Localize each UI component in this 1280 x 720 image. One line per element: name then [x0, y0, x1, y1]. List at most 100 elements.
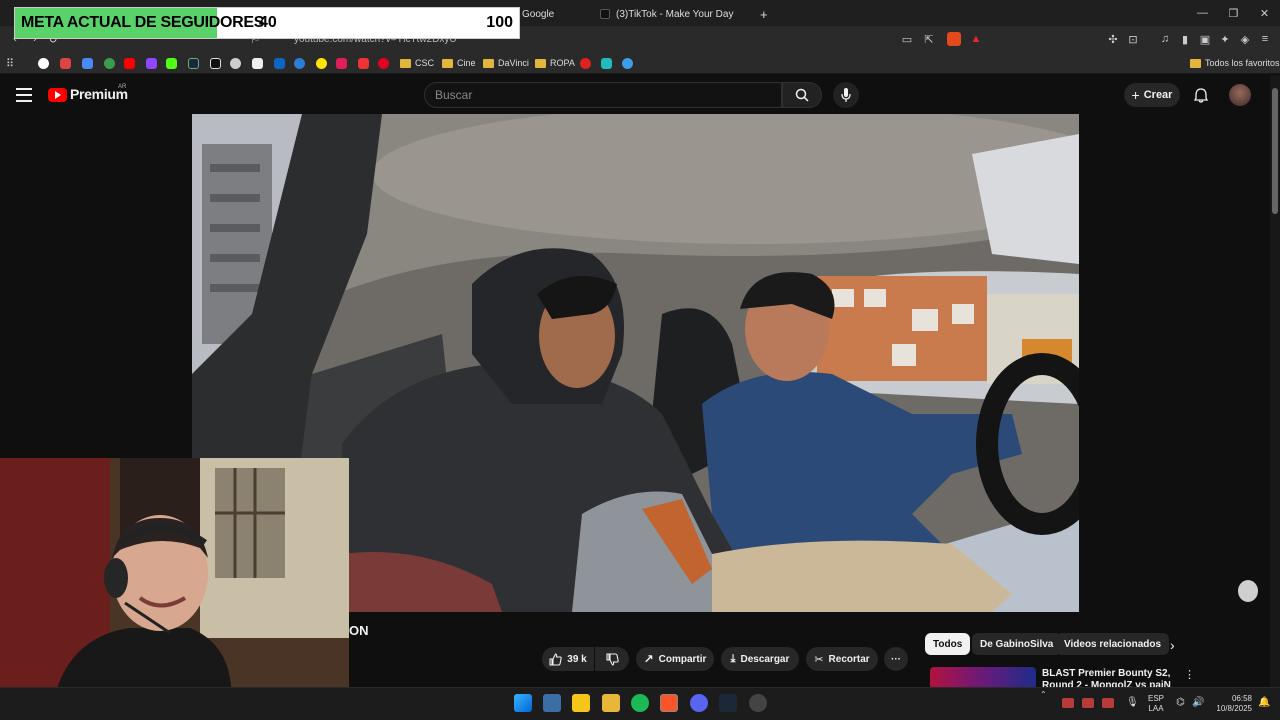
scissors-icon: ✂: [814, 653, 824, 666]
kick-bookmark-icon[interactable]: [166, 56, 177, 70]
tray-microphone-icon[interactable]: 🎙: [1126, 697, 1139, 708]
share-button[interactable]: ↗ Compartir: [636, 647, 714, 671]
chip-todos[interactable]: Todos: [925, 633, 971, 655]
dislike-button[interactable]: [595, 647, 629, 671]
video-title: ON: [349, 623, 369, 638]
steam-bookmark-icon[interactable]: [188, 56, 199, 70]
brave-shield-icon[interactable]: [947, 32, 961, 46]
bookmark-folder-ropa[interactable]: ROPA: [535, 56, 575, 70]
close-icon[interactable]: ✕: [1249, 0, 1280, 26]
chatgpt-bookmark-icon[interactable]: [230, 56, 241, 70]
related-video-title[interactable]: BLAST Premier Bounty S2, Round 2 - Mongo…: [1042, 668, 1172, 687]
youtube-bookmark-icon[interactable]: [124, 56, 135, 70]
obs-icon[interactable]: [749, 694, 767, 712]
follower-goal-current: 40: [259, 14, 277, 31]
chip-de-gabinosilva[interactable]: De GabinoSilva: [972, 633, 1062, 655]
chip-videos-relacionados[interactable]: Videos relacionados: [1056, 633, 1170, 655]
discord-icon[interactable]: [690, 694, 708, 712]
twitch-bookmark-icon[interactable]: [146, 56, 157, 70]
share-page-icon[interactable]: ⇱: [922, 32, 936, 46]
search-icon: [795, 88, 809, 102]
browser-menu-icon[interactable]: ≡: [1258, 32, 1272, 46]
search-button[interactable]: [782, 82, 822, 108]
wifi-icon[interactable]: ⌬: [1176, 697, 1185, 708]
windows-start-icon[interactable]: [514, 694, 532, 712]
spotify-icon[interactable]: [631, 694, 649, 712]
brave-browser-icon[interactable]: [660, 694, 678, 712]
hamburger-menu-icon[interactable]: [16, 88, 32, 102]
keyboard-language-indicator[interactable]: ESP LAA: [1148, 694, 1164, 714]
extensions-icon[interactable]: ✣: [1106, 32, 1120, 46]
channel-watermark-icon[interactable]: [1238, 580, 1258, 602]
media-icon[interactable]: ♫: [1158, 32, 1172, 46]
leo-icon[interactable]: ✦: [1218, 32, 1232, 46]
tiktok-icon: [600, 9, 610, 19]
chat-bookmark-icon[interactable]: [601, 56, 612, 70]
steam-icon[interactable]: [719, 694, 737, 712]
linkedin-bookmark-icon[interactable]: [274, 56, 285, 70]
wallet-icon[interactable]: ▣: [1198, 32, 1212, 46]
tab-tiktok[interactable]: (3)TikTok - Make Your Day: [600, 4, 733, 24]
country-code: AR: [118, 84, 127, 90]
pinterest-bookmark-icon[interactable]: [378, 56, 389, 70]
microphone-icon: [841, 88, 851, 102]
scrollbar-thumb[interactable]: [1272, 88, 1278, 214]
tray-app-icon[interactable]: [1062, 698, 1074, 708]
minimize-icon[interactable]: —: [1187, 0, 1218, 26]
vpn-icon[interactable]: ◈: [1238, 32, 1252, 46]
brave-rewards-icon[interactable]: ▲: [969, 32, 983, 46]
more-icon: ···: [891, 653, 901, 665]
follower-goal-target: 100: [486, 14, 513, 31]
download-button[interactable]: ⤓ Descargar: [721, 647, 799, 671]
docs-bookmark-icon[interactable]: [82, 56, 93, 70]
apps-icon[interactable]: ⠿: [6, 56, 14, 70]
related-video-thumbnail[interactable]: [930, 667, 1036, 689]
tray-app-icon[interactable]: [1102, 698, 1114, 708]
voice-search-button[interactable]: [833, 82, 859, 108]
sidebar-icon[interactable]: ▮: [1178, 32, 1192, 46]
slack-bookmark-icon[interactable]: [336, 56, 347, 70]
all-bookmarks-folder[interactable]: Todos los favoritos: [1190, 56, 1280, 70]
thumbs-down-icon: [605, 652, 619, 666]
tray-app-icon[interactable]: [1082, 698, 1094, 708]
bookmarks-bar: ⠿ CSC Cine DaVinci ROPA Todos los favori…: [0, 52, 1280, 74]
mercadopago-bookmark-icon[interactable]: [316, 56, 327, 70]
related-more-icon[interactable]: ⋮: [1184, 668, 1195, 681]
google-bookmark-icon[interactable]: [38, 56, 49, 70]
file-explorer-icon[interactable]: [602, 694, 620, 712]
sticky-notes-icon[interactable]: [572, 694, 590, 712]
chevron-right-icon[interactable]: ›: [1170, 637, 1175, 653]
bookmark-folder-csc[interactable]: CSC: [400, 56, 434, 70]
screenshot-icon[interactable]: ⊡: [1126, 32, 1140, 46]
bookmark-folder-cine[interactable]: Cine: [442, 56, 476, 70]
notifications-bell-icon[interactable]: [1192, 86, 1210, 104]
restore-icon[interactable]: ❐: [1218, 0, 1249, 26]
folder-icon: [1190, 58, 1201, 68]
clip-button[interactable]: ✂ Recortar: [806, 647, 878, 671]
amazon-bookmark-icon[interactable]: [252, 56, 263, 70]
clock[interactable]: 06:58 10/8/2025: [1212, 694, 1252, 714]
new-tab-button[interactable]: +: [760, 4, 768, 24]
volume-icon[interactable]: 🔊: [1192, 697, 1204, 708]
thumbs-up-icon: [549, 652, 562, 666]
search-input[interactable]: Buscar: [424, 82, 782, 108]
notification-center-icon[interactable]: 🔔: [1258, 697, 1270, 708]
bookmark-folder-davinci[interactable]: DaVinci: [483, 56, 529, 70]
c-bookmark-icon[interactable]: [580, 56, 591, 70]
user-avatar[interactable]: [1229, 84, 1251, 106]
gallery-icon[interactable]: [543, 694, 561, 712]
maps-bookmark-icon[interactable]: [104, 56, 115, 70]
bolt-bookmark-icon[interactable]: [358, 56, 369, 70]
tray-chevron-icon[interactable]: ⌃: [1040, 690, 1047, 699]
more-actions-button[interactable]: ···: [884, 647, 908, 671]
create-button[interactable]: + Crear: [1124, 83, 1180, 107]
tiktok-bookmark-icon[interactable]: [210, 56, 221, 70]
like-button[interactable]: 39 k: [542, 647, 594, 671]
webcam-frame: [0, 458, 349, 720]
tab-google[interactable]: Google: [522, 4, 554, 24]
cast-icon[interactable]: ▭: [900, 32, 914, 46]
gmail-bookmark-icon[interactable]: [60, 56, 71, 70]
youtube-logo-icon[interactable]: [48, 88, 67, 102]
mercadolibre-bookmark-icon[interactable]: [294, 56, 305, 70]
edge-bookmark-icon[interactable]: [622, 56, 633, 70]
